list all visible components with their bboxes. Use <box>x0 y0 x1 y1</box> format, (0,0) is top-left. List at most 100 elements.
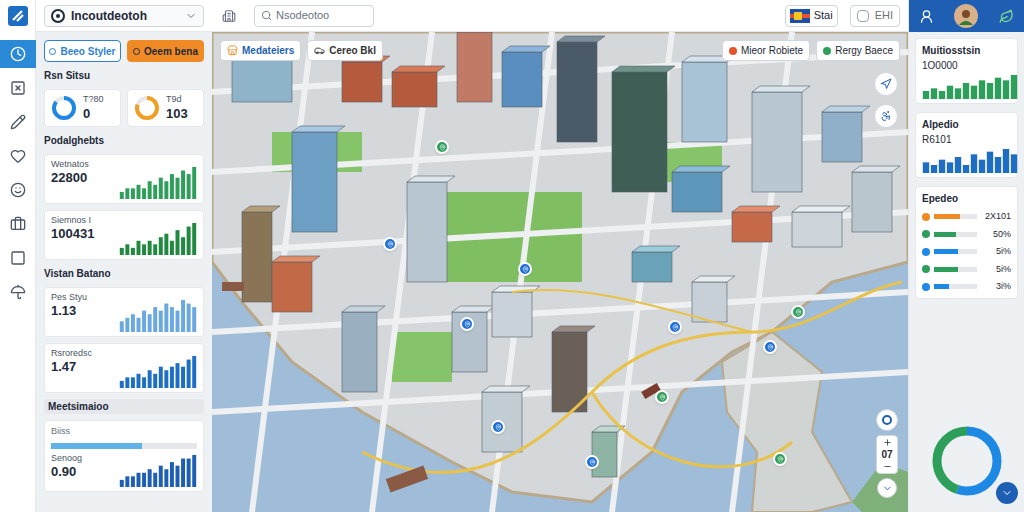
row-fill <box>934 214 960 219</box>
bar <box>153 307 157 332</box>
ring-card[interactable]: T?800 <box>44 89 121 127</box>
account-header <box>909 0 1024 32</box>
target-icon <box>51 9 65 23</box>
map-pin[interactable] <box>460 317 474 331</box>
map-pin[interactable] <box>518 262 532 276</box>
map-pin[interactable] <box>435 140 449 154</box>
list-row[interactable]: 5i% <box>922 245 1011 259</box>
section-header: Meetsimaioo <box>44 399 204 414</box>
list-row[interactable]: 50% <box>922 228 1011 242</box>
map-pin[interactable] <box>791 305 805 319</box>
leaf-icon[interactable] <box>999 9 1014 24</box>
zoom-out-icon[interactable] <box>883 462 892 471</box>
bar <box>125 377 129 388</box>
project-dropdown[interactable]: Incoutdeotoh <box>44 5 204 27</box>
rail-item[interactable] <box>0 176 36 204</box>
locate-icon <box>882 415 892 425</box>
map-pin[interactable] <box>668 320 682 334</box>
navigate-button[interactable] <box>874 72 898 96</box>
rail-item-icon <box>10 46 26 62</box>
stat-card[interactable]: Siemnos I100431 <box>44 210 204 260</box>
bar <box>148 370 152 388</box>
building-button[interactable] <box>216 5 242 27</box>
rail-item[interactable] <box>0 142 36 170</box>
avatar[interactable] <box>954 4 978 28</box>
map-layer-chip[interactable]: Mieor Robiete <box>722 40 810 61</box>
map-layer-chip[interactable]: Rergy Baece <box>816 40 900 61</box>
chip-dot-icon <box>729 47 737 55</box>
bar <box>148 241 152 255</box>
city-map-drawing[interactable] <box>212 32 908 512</box>
search-field[interactable]: Nsodeotoo <box>254 5 374 27</box>
bar <box>192 307 196 332</box>
bar <box>153 185 157 199</box>
rail-item-icon <box>10 182 26 198</box>
bar <box>181 237 185 255</box>
list-row[interactable]: 3i% <box>922 280 1011 294</box>
map-pin[interactable] <box>655 390 669 404</box>
accessibility-button[interactable] <box>874 104 898 128</box>
fab-button[interactable] <box>996 482 1018 504</box>
locate-button[interactable] <box>876 409 898 431</box>
badge-button[interactable]: EHI <box>850 5 900 27</box>
car-icon <box>314 45 325 56</box>
meter-card[interactable]: BiissSenoog0.90 <box>44 420 204 492</box>
rail-item[interactable] <box>0 210 36 238</box>
user-icon[interactable] <box>919 9 934 24</box>
list-row[interactable]: 2X101 <box>922 210 1011 224</box>
row-dot-icon <box>922 230 930 238</box>
rail-item[interactable] <box>0 40 36 68</box>
stat-card[interactable]: Wetnatos22800 <box>44 154 204 204</box>
rail-item[interactable] <box>0 108 36 136</box>
zoom-in-icon[interactable] <box>883 438 892 447</box>
metric-card[interactable]: Muitiosstsin1O0000 <box>915 38 1018 104</box>
section-title: Podalghebts <box>44 133 204 148</box>
map-view[interactable]: Medateiers Cereo Bkl Mieor Robiete Rergy Ba… <box>212 32 908 512</box>
row-track <box>934 284 977 289</box>
map-layer-chip[interactable]: Cereo Bkl <box>307 40 383 61</box>
logo-icon[interactable] <box>0 0 35 32</box>
bar <box>181 367 185 388</box>
metric-card[interactable]: AlpedioR6101 <box>915 112 1018 178</box>
compass-icon <box>882 483 893 494</box>
bar <box>148 469 152 487</box>
stat-card[interactable]: Pes Styu1.13 <box>44 287 204 337</box>
bar <box>137 472 141 486</box>
zoom-control[interactable]: 07 <box>876 435 898 474</box>
ring-card[interactable]: T9d103 <box>127 89 204 127</box>
bar <box>131 476 135 487</box>
bar <box>153 472 157 486</box>
bar <box>1011 154 1017 173</box>
bar <box>137 318 141 332</box>
flag-button[interactable]: Stai <box>785 5 838 27</box>
row-dot-icon <box>922 248 930 256</box>
map-layer-chip[interactable]: Medateiers <box>220 40 301 61</box>
map-pin[interactable] <box>763 340 777 354</box>
bar <box>176 178 180 199</box>
map-pin[interactable] <box>383 237 397 251</box>
bar <box>955 157 961 173</box>
map-pin[interactable] <box>491 420 505 434</box>
bar <box>987 152 993 173</box>
filter-button[interactable]: Oeem bena <box>127 40 204 62</box>
list-row[interactable]: 5i% <box>922 263 1011 277</box>
compass-button[interactable] <box>877 478 897 498</box>
rail-item-icon <box>10 148 26 164</box>
map-pin[interactable] <box>585 455 599 469</box>
filter-button[interactable]: Beeo Styler <box>44 40 121 62</box>
rail-item[interactable] <box>0 74 36 102</box>
row-track <box>934 249 977 254</box>
rail-item[interactable] <box>0 244 36 272</box>
rail-item-icon <box>10 250 26 266</box>
rail-item[interactable] <box>0 278 36 306</box>
section-title: Rsn Sitsu <box>44 68 204 83</box>
stats-section: Podalghebts Wetnatos22800 Siemnos I100431 <box>44 133 204 260</box>
row-track <box>934 232 977 237</box>
map-pin[interactable] <box>773 452 787 466</box>
stat-card[interactable]: Rsroredsc1.47 <box>44 343 204 393</box>
bar-chart <box>119 165 197 199</box>
bar <box>164 234 168 255</box>
ring-chart <box>51 95 77 121</box>
chip-dot-icon <box>823 47 831 55</box>
bar <box>995 157 1001 173</box>
